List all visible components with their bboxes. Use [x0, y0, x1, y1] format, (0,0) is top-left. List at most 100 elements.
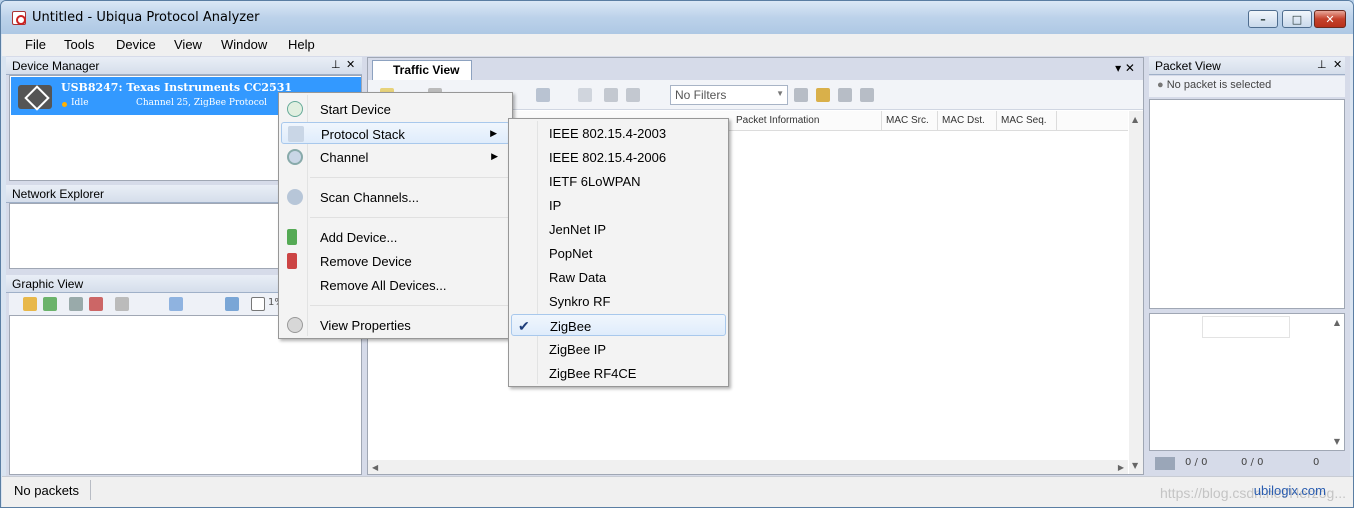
app-icon — [12, 11, 26, 25]
device-manager-title: Device Manager — [12, 59, 100, 73]
remove-device-icon — [287, 253, 297, 269]
scan-icon — [287, 189, 303, 205]
zoom-out-icon[interactable] — [251, 297, 265, 311]
settings-icon[interactable] — [536, 88, 550, 102]
filter-remove-icon[interactable] — [860, 88, 874, 102]
menu-device[interactable]: Device — [116, 37, 156, 52]
protocol-ieee-2003[interactable]: IEEE 802.15.4-2003 — [511, 122, 726, 144]
filter-value: No Filters — [675, 88, 727, 102]
channel-icon — [287, 149, 303, 165]
column-mac-src[interactable]: MAC Src. — [882, 111, 938, 131]
menu-item-label: View Properties — [320, 318, 411, 333]
submenu-arrow-icon: ▶ — [490, 128, 497, 138]
tree-icon[interactable] — [115, 297, 129, 311]
packet-view-status: ● No packet is selected — [1149, 76, 1345, 97]
minimize-button[interactable]: – — [1248, 10, 1278, 28]
close-icon: ✕ — [1325, 12, 1335, 26]
filter-dropdown[interactable]: No Filters ▼ — [670, 85, 788, 105]
window-title: Untitled - Ubiqua Protocol Analyzer — [32, 10, 260, 25]
scroll-up-icon[interactable]: ▲ — [1334, 318, 1340, 327]
device-context-menu: Start Device Protocol Stack ▶ Channel ▶ … — [278, 92, 513, 339]
protocol-ip[interactable]: IP — [511, 194, 726, 216]
tab-traffic-view[interactable]: Traffic View — [372, 60, 472, 80]
menu-item-label: Protocol Stack — [321, 127, 405, 142]
graphic-view-title: Graphic View — [12, 277, 84, 291]
menu-bar: File Tools Device View Window Help — [2, 34, 1353, 56]
protocol-jennet-ip[interactable]: JenNet IP — [511, 218, 726, 240]
menu-view[interactable]: View — [174, 37, 202, 52]
chevron-down-icon: ▼ — [776, 89, 784, 98]
column-packet-info[interactable]: Packet Information — [732, 111, 882, 131]
protocol-6lowpan[interactable]: IETF 6LoWPAN — [511, 170, 726, 192]
close-panel-icon[interactable]: ✕ — [1333, 58, 1342, 71]
zoom-icon[interactable] — [225, 297, 239, 311]
column-mac-dst[interactable]: MAC Dst. — [938, 111, 997, 131]
menu-channel[interactable]: Channel ▶ — [281, 146, 510, 168]
protocol-popnet[interactable]: PopNet — [511, 242, 726, 264]
properties-icon — [287, 317, 303, 333]
packet-tree-panel — [1149, 99, 1345, 309]
pin-icon[interactable]: ⊥ — [1317, 58, 1327, 71]
protocol-raw-data[interactable]: Raw Data — [511, 266, 726, 288]
menu-item-label: Scan Channels... — [320, 190, 420, 205]
protocol-zigbee[interactable]: ✔ ZigBee — [511, 314, 726, 336]
stack-icon — [288, 126, 304, 142]
view-icon[interactable] — [169, 297, 183, 311]
menu-item-label: Remove All Devices... — [320, 278, 447, 293]
menu-remove-device[interactable]: Remove Device — [281, 250, 510, 272]
menu-scan-channels[interactable]: Scan Channels... — [281, 186, 510, 208]
title-bar: Untitled - Ubiqua Protocol Analyzer – □ … — [1, 1, 1353, 34]
close-button[interactable]: ✕ — [1314, 10, 1346, 28]
usb-dongle-icon — [18, 85, 52, 109]
filter-add-icon[interactable] — [816, 88, 830, 102]
column-mac-seq[interactable]: MAC Seq. — [997, 111, 1057, 131]
status-bar: No packets https://blog.csdn.net/Herzog.… — [2, 476, 1353, 507]
hex-field — [1202, 316, 1290, 338]
filter-icon[interactable] — [794, 88, 808, 102]
menu-window[interactable]: Window — [221, 37, 267, 52]
maximize-button[interactable]: □ — [1282, 10, 1312, 28]
packet-status-text: No packet is selected — [1166, 79, 1272, 91]
open-icon[interactable] — [23, 297, 37, 311]
protocol-zigbee-ip[interactable]: ZigBee IP — [511, 338, 726, 360]
brand-link[interactable]: ubilogix.com — [1254, 483, 1326, 498]
menu-start-device[interactable]: Start Device — [281, 98, 510, 120]
filter-edit-icon[interactable] — [838, 88, 852, 102]
menu-file[interactable]: File — [25, 37, 46, 52]
menu-item-label: Channel — [320, 150, 369, 165]
dropdown-icon[interactable] — [1155, 457, 1175, 470]
forward-icon[interactable] — [626, 88, 640, 102]
close-panel-icon[interactable]: ✕ — [346, 58, 355, 71]
scroll-right-icon[interactable]: ▶ — [1118, 463, 1124, 472]
status-dot-icon — [62, 102, 67, 107]
pin-icon[interactable]: ⊥ — [331, 58, 341, 71]
traffic-horizontal-scrollbar[interactable]: ◀ ▶ — [368, 460, 1128, 474]
scroll-up-icon[interactable]: ▲ — [1132, 115, 1138, 124]
menu-remove-all-devices[interactable]: Remove All Devices... — [281, 274, 510, 296]
back-icon[interactable] — [604, 88, 618, 102]
scroll-left-icon[interactable]: ◀ — [372, 463, 378, 472]
protocol-zigbee-rf4ce[interactable]: ZigBee RF4CE — [511, 362, 726, 384]
tab-controls[interactable]: ▾ ✕ — [1115, 61, 1135, 75]
protocol-synkro-rf[interactable]: Synkro RF — [511, 290, 726, 312]
counter-selection: 0 / 0 — [1241, 457, 1264, 468]
packet-view-title: Packet View — [1155, 59, 1221, 73]
scroll-down-icon[interactable]: ▼ — [1334, 437, 1340, 446]
menu-help[interactable]: Help — [288, 37, 315, 52]
menu-view-properties[interactable]: View Properties — [281, 314, 510, 336]
traffic-vertical-scrollbar[interactable]: ▲ ▼ — [1129, 111, 1143, 474]
magnet-icon[interactable] — [89, 297, 103, 311]
device-manager-header: Device Manager ⊥ ✕ — [6, 57, 362, 75]
layout-icon[interactable] — [43, 297, 57, 311]
menu-protocol-stack[interactable]: Protocol Stack ▶ — [281, 122, 510, 144]
scroll-down-icon[interactable]: ▼ — [1132, 461, 1138, 470]
menu-item-label: Remove Device — [320, 254, 412, 269]
status-text: No packets — [14, 483, 80, 498]
protocol-ieee-2006[interactable]: IEEE 802.15.4-2006 — [511, 146, 726, 168]
device-status: Idle — [71, 98, 89, 108]
counter-bytes: 0 / 0 — [1185, 457, 1208, 468]
menu-add-device[interactable]: Add Device... — [281, 226, 510, 248]
menu-tools[interactable]: Tools — [64, 37, 94, 52]
pointer-icon[interactable] — [69, 297, 83, 311]
copy-icon[interactable] — [578, 88, 592, 102]
